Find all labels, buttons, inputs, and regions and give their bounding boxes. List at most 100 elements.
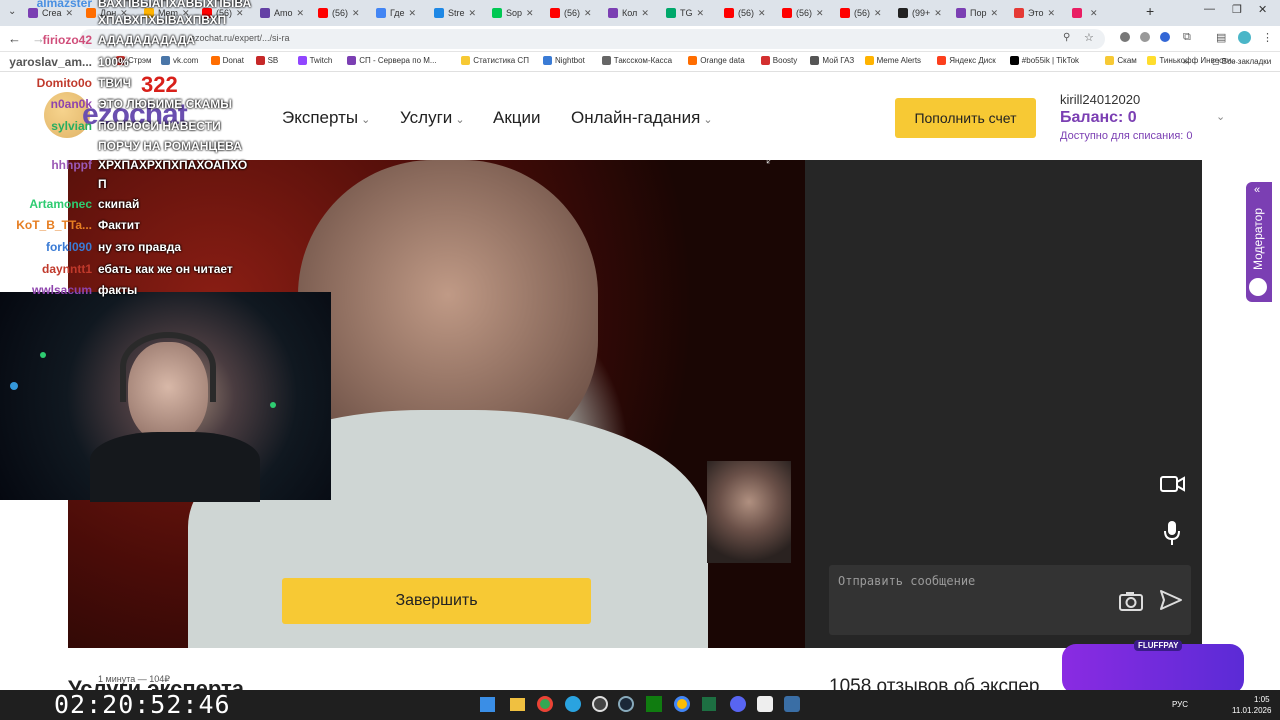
browser-tab[interactable]: (56) ✕ (318, 4, 372, 22)
star-icon[interactable]: ☆ (1084, 31, 1094, 44)
all-bookmarks-label: Все закладки (1221, 57, 1272, 66)
browser-tab[interactable]: TG ✕ (666, 4, 720, 22)
tab-close-icon[interactable]: ✕ (352, 8, 360, 19)
microphone-icon[interactable] (1163, 520, 1181, 546)
url-field[interactable]: ezochat.ru/expert/.../si-ra (80, 29, 1105, 49)
tab-close-icon[interactable]: ✕ (526, 8, 534, 19)
bookmark-item[interactable]: Nightbot (543, 56, 585, 65)
steam-icon[interactable] (618, 696, 634, 712)
excel-icon[interactable] (702, 697, 716, 711)
browser-tab[interactable]: Кол ✕ (608, 4, 662, 22)
attach-photo-icon[interactable] (1119, 591, 1143, 611)
tab-close-icon[interactable]: ✕ (584, 8, 592, 19)
tab-close-icon[interactable]: ✕ (469, 8, 477, 19)
nav-item[interactable]: Акции (493, 108, 541, 128)
browser-tab[interactable]: (56) ✕ (840, 4, 894, 22)
all-bookmarks-link[interactable]: ▢ Все закладки (1212, 57, 1271, 66)
bookmark-item[interactable]: Meme Alerts (864, 56, 921, 65)
nav-item[interactable]: Онлайн-гадания ⌄ (571, 108, 713, 128)
clock-date[interactable]: 11.01.2026 (1232, 706, 1271, 715)
browser-tab[interactable]: Где ✕ (376, 4, 430, 22)
zoom-icon[interactable]: ⚲ (1063, 32, 1070, 43)
chat-text: ХПАВХПХЫВАХПВХП (98, 13, 227, 27)
start-icon[interactable] (480, 697, 495, 712)
bookmark-item[interactable]: Скам (1105, 56, 1137, 65)
bookmark-item[interactable]: СП - Сервера по М... (347, 56, 437, 65)
browser-tab[interactable]: (56) ✕ (550, 4, 604, 22)
tab-close-icon[interactable]: ✕ (409, 8, 417, 19)
chrome-icon[interactable] (537, 696, 553, 712)
browser-tab[interactable]: Это ✕ (1014, 4, 1068, 22)
tab-close-icon[interactable]: ✕ (1090, 8, 1098, 19)
discord-icon[interactable] (730, 696, 746, 712)
extension-icon[interactable] (1140, 32, 1150, 42)
minimize-button[interactable]: — (1204, 3, 1215, 15)
close-window-button[interactable]: ✕ (1258, 3, 1267, 16)
bookmark-item[interactable]: Яндекс Диск (937, 56, 996, 65)
bookmark-item[interactable]: SB (255, 56, 278, 65)
browser-tab[interactable]: (56) ✕ (782, 4, 836, 22)
new-tab-button[interactable]: + (1146, 3, 1154, 19)
browser-tab[interactable]: ✕ (1072, 4, 1126, 22)
language-indicator[interactable]: РУС (1172, 700, 1188, 709)
bookmark-item[interactable]: Donat (210, 56, 244, 65)
bookmark-item[interactable]: Boosty (760, 56, 797, 65)
obs-icon[interactable] (592, 696, 608, 712)
bookmark-favicon-icon (297, 56, 307, 65)
chrome-alt-icon[interactable] (674, 696, 690, 712)
send-icon[interactable] (1159, 589, 1183, 611)
bookmark-label: #bo55ik | TikTok (1021, 56, 1080, 65)
fluffpay-widget: FLUFFPAY (1062, 640, 1244, 694)
message-input[interactable]: Отправить сообщение (829, 565, 1191, 635)
extension-icon[interactable] (1120, 32, 1130, 42)
sidebar-icon[interactable]: ▤ (1216, 31, 1226, 44)
end-call-button[interactable]: Завершить (282, 578, 591, 624)
topup-button[interactable]: Пополнить счет (895, 98, 1036, 138)
tab-close-icon[interactable]: ✕ (1048, 8, 1056, 19)
clock-time[interactable]: 1:05 (1254, 695, 1270, 704)
expand-icon[interactable]: ⤢ (766, 160, 776, 167)
username[interactable]: kirill24012020 (1060, 92, 1140, 107)
moderator-chat-icon[interactable] (1249, 278, 1267, 296)
tab-close-icon[interactable]: ✕ (990, 8, 998, 19)
stream-chat-message: firiozo42 АДАДАДАДАДА (0, 33, 195, 47)
browser-tab[interactable]: Amo ✕ (260, 4, 314, 22)
bookmark-item[interactable]: Twitch (297, 56, 332, 65)
tab-close-icon[interactable]: ✕ (934, 8, 942, 19)
tab-close-icon[interactable]: ✕ (697, 8, 705, 19)
tab-close-icon[interactable]: ✕ (874, 8, 882, 19)
extension-icon[interactable] (1160, 32, 1170, 42)
tab-close-icon[interactable]: ✕ (816, 8, 824, 19)
browser-tab[interactable]: (56) ✕ (724, 4, 778, 22)
user-menu-chevron-icon[interactable]: ⌄ (1216, 110, 1225, 123)
bookmark-item[interactable]: Мой ГАЗ (810, 56, 854, 65)
bookmark-item[interactable]: Таксском-Касса (601, 56, 672, 65)
tab-favicon-icon (840, 8, 850, 18)
tab-close-icon[interactable]: ✕ (641, 8, 649, 19)
menu-icon[interactable]: ⋮ (1262, 31, 1273, 44)
app-icon[interactable] (757, 696, 773, 712)
streamer-webcam (0, 292, 331, 502)
bookmark-item[interactable]: vk.com (161, 56, 198, 65)
xbox-icon[interactable] (646, 696, 662, 712)
browser-tab[interactable]: Sop ✕ (492, 4, 546, 22)
telegram-icon[interactable] (565, 696, 581, 712)
explorer-icon[interactable] (510, 698, 525, 711)
bookmark-item[interactable]: #bo55ik | TikTok (1009, 56, 1080, 65)
app-icon[interactable] (784, 696, 800, 712)
bookmark-item[interactable]: Статистика СП (461, 56, 529, 65)
nav-item[interactable]: Эксперты ⌄ (282, 108, 370, 128)
tab-close-icon[interactable]: ✕ (758, 8, 766, 19)
browser-tab[interactable]: (99+ ✕ (898, 4, 952, 22)
tab-label: (56) (796, 8, 813, 18)
nav-item[interactable]: Услуги ⌄ (400, 108, 465, 128)
maximize-button[interactable]: ❐ (1232, 3, 1242, 16)
camera-toggle-icon[interactable] (1160, 475, 1186, 493)
more-bookmarks-icon[interactable]: » (1183, 56, 1188, 66)
puzzle-icon[interactable]: ⧉ (1183, 31, 1191, 44)
browser-tab[interactable]: Пор ✕ (956, 4, 1010, 22)
browser-tab[interactable]: Stre ✕ (434, 4, 488, 22)
bookmark-item[interactable]: Orange data (688, 56, 745, 65)
tab-close-icon[interactable]: ✕ (297, 8, 305, 19)
profile-avatar[interactable] (1238, 31, 1251, 44)
